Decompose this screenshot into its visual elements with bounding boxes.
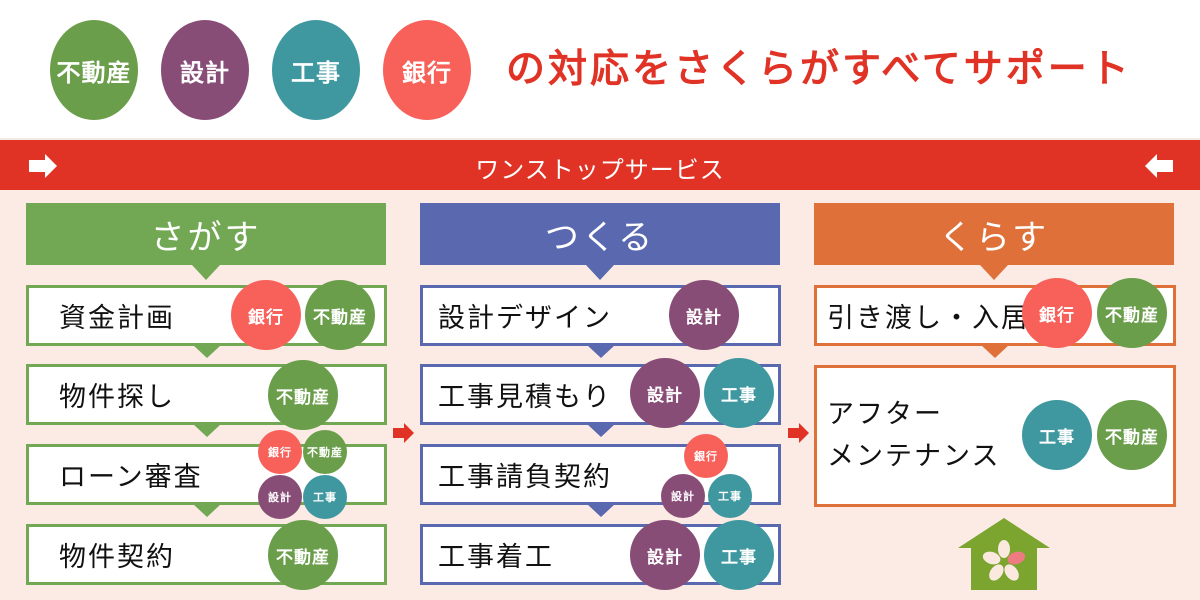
badge-realestate: 不動産 [50,20,138,120]
arrow-down-icon [192,504,221,517]
badge-construction: 工事 [704,358,774,428]
step-label: 物件探し [59,382,175,413]
step-label: 物件契約 [59,542,175,573]
badge-realestate: 不動産 [268,520,338,590]
column-header-sagasu: さがす [26,203,386,280]
badge-bank: 銀行 [383,20,471,120]
badge-construction: 工事 [272,20,360,120]
banner-title: ワンストップサービス [475,156,725,184]
step-label-line2: メンテナンス [827,441,1001,472]
headline: の対応をさくらがすべてサポート [506,47,1132,92]
badge-bank: 銀行 [1022,278,1092,348]
badge-construction: 工事 [1022,400,1092,470]
step-label-line1: アフター [827,399,943,430]
arrow-down-icon [586,424,615,437]
badge-construction: 工事 [704,520,774,590]
badge-design: 設計 [630,520,700,590]
arrow-down-icon [981,345,1009,358]
arrow-left-icon [1145,154,1173,178]
badge-realestate: 不動産 [268,360,338,430]
arrow-right-icon [788,423,809,443]
badge-design: 設計 [161,20,249,120]
step-label: 引き渡し・入居 [827,303,1030,334]
one-stop-banner: ワンストップサービス [0,140,1200,190]
badge-construction: 工事 [303,475,347,519]
badge-design: 設計 [258,475,302,519]
badge-realestate: 不動産 [1097,278,1167,348]
badge-design: 設計 [661,474,705,518]
step-label: 工事見積もり [438,382,612,413]
badge-bank: 銀行 [231,280,301,350]
column-header-tsukuru: つくる [420,203,780,280]
step-label: 工事請負契約 [438,462,612,493]
sakura-house-icon [958,518,1050,590]
arrow-down-icon [586,504,615,517]
arrow-right-icon [393,423,414,443]
column-header-kurasu: くらす [814,203,1174,280]
step-label: ローン審査 [59,462,203,493]
badge-design: 設計 [669,280,739,350]
arrow-down-icon [586,345,615,358]
step-label: アフター メンテナンス [827,394,1000,478]
arrow-down-icon [192,345,221,358]
step-label: 工事着工 [438,542,554,573]
arrow-down-icon [192,424,221,437]
badge-realestate: 不動産 [305,280,375,350]
header: 不動産 設計 工事 銀行 の対応をさくらがすべてサポート [0,0,1200,140]
badge-bank: 銀行 [684,434,728,478]
badge-bank: 銀行 [258,430,302,474]
badge-realestate: 不動産 [303,430,347,474]
badge-construction: 工事 [708,474,752,518]
badge-realestate: 不動産 [1097,400,1167,470]
badge-design: 設計 [630,358,700,428]
step-label: 資金計画 [59,303,175,334]
step-label: 設計デザイン [438,303,612,334]
